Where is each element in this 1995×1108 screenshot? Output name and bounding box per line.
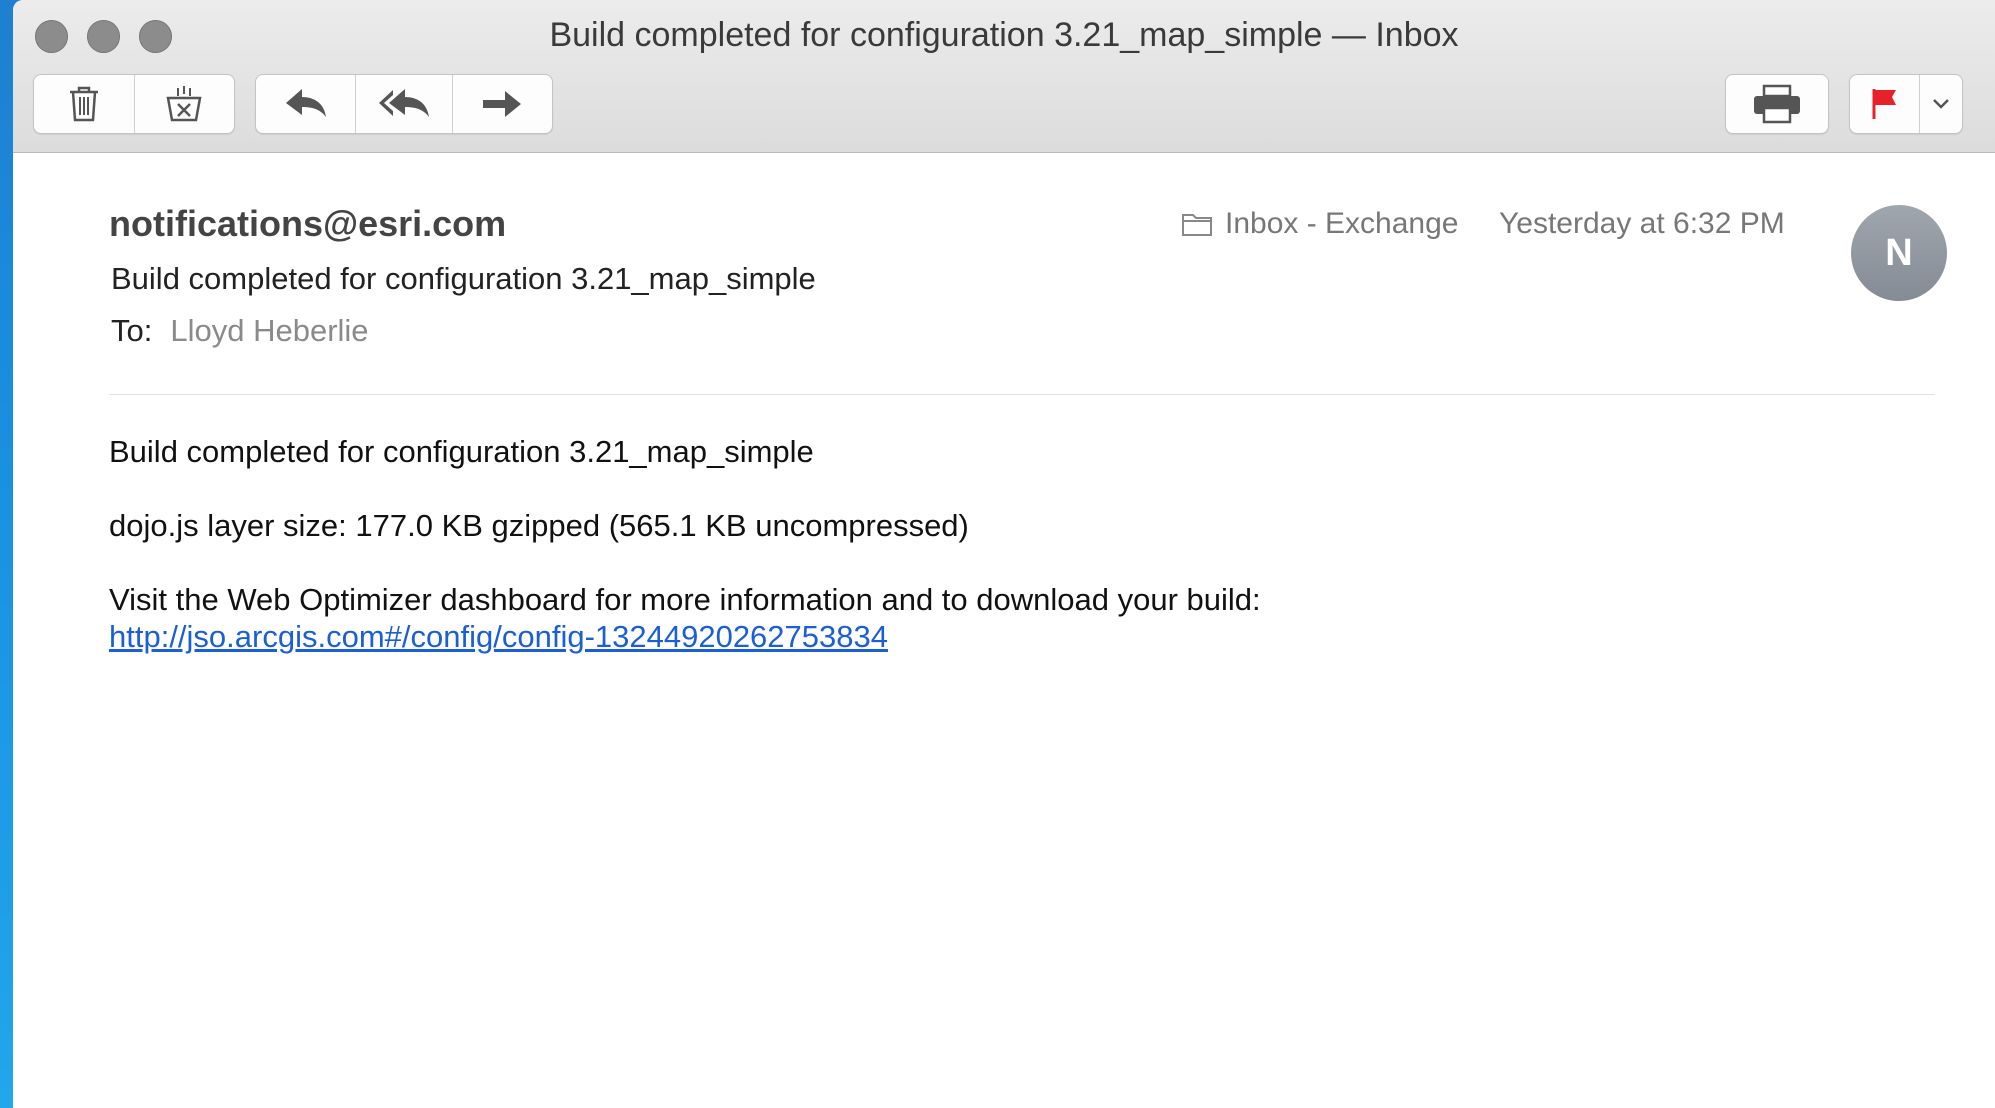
- forward-icon: [483, 91, 522, 117]
- reply-all-icon: [379, 89, 429, 117]
- delete-button[interactable]: [34, 75, 135, 133]
- folder-icon: [1182, 214, 1212, 236]
- delete-junk-group: [33, 74, 235, 134]
- flag-icon: [1872, 89, 1896, 119]
- junk-icon: [166, 86, 202, 122]
- printer-icon: [1754, 84, 1800, 124]
- mailbox-label: Inbox - Exchange: [1225, 207, 1459, 240]
- recipient-name[interactable]: Lloyd Heberlie: [170, 313, 368, 348]
- chevron-down-icon: [1933, 99, 1950, 109]
- forward-button[interactable]: [453, 75, 552, 133]
- to-label: To:: [111, 313, 153, 348]
- body-line-build: Build completed for configuration 3.21_m…: [109, 434, 814, 469]
- body-line-visit: Visit the Web Optimizer dashboard for mo…: [109, 582, 1261, 617]
- flag-menu-button[interactable]: [1920, 75, 1962, 133]
- reply-icon: [285, 89, 326, 117]
- recipient-row: To: Lloyd Heberlie: [111, 313, 369, 349]
- mail-window: Build completed for configuration 3.21_m…: [13, 0, 1995, 1108]
- message-body: Build completed for configuration 3.21_m…: [109, 433, 1261, 655]
- trash-icon: [69, 86, 98, 122]
- flag-group: [1849, 74, 1963, 134]
- print-group: [1725, 74, 1829, 134]
- titlebar: Build completed for configuration 3.21_m…: [13, 0, 1995, 153]
- body-line-size: dojo.js layer size: 177.0 KB gzipped (56…: [109, 508, 969, 543]
- reply-group: [255, 74, 553, 134]
- message-date: Yesterday at 6:32 PM: [1499, 207, 1785, 240]
- header-divider: [109, 394, 1935, 395]
- sender-address[interactable]: notifications@esri.com: [109, 203, 506, 245]
- message-subject: Build completed for configuration 3.21_m…: [111, 261, 816, 296]
- print-button[interactable]: [1726, 75, 1828, 133]
- avatar: N: [1851, 205, 1947, 301]
- reply-all-button[interactable]: [356, 75, 453, 133]
- reply-button[interactable]: [256, 75, 357, 133]
- config-link[interactable]: http://jso.arcgis.com#/config/config-132…: [109, 619, 888, 654]
- flag-button[interactable]: [1850, 75, 1921, 133]
- window-title: Build completed for configuration 3.21_m…: [549, 16, 1459, 54]
- mailbox-location: Inbox - Exchange: [1181, 207, 1458, 241]
- junk-button[interactable]: [135, 75, 235, 133]
